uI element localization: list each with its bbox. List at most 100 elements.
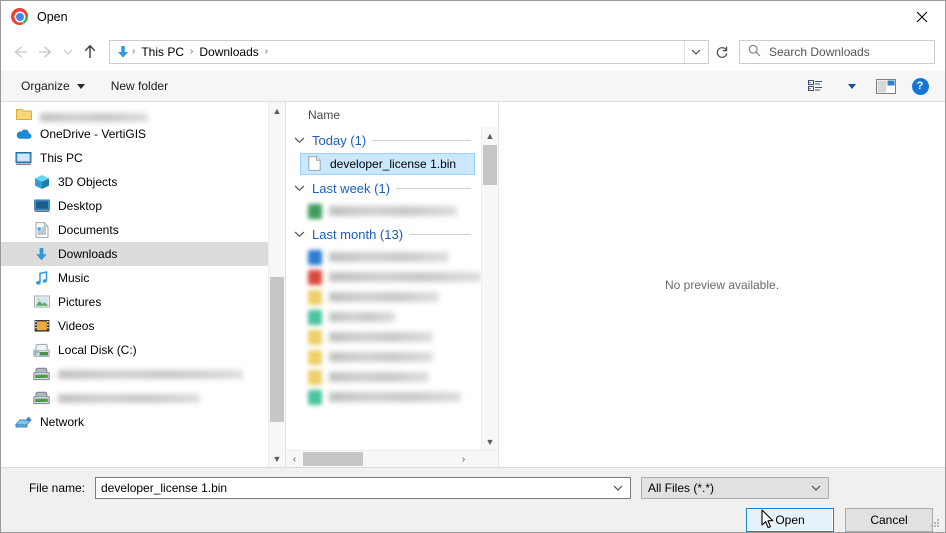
list-item[interactable] xyxy=(286,327,481,347)
scroll-down-icon[interactable]: ▼ xyxy=(482,433,498,450)
list-item-label xyxy=(329,312,395,322)
scroll-left-icon[interactable]: ‹ xyxy=(286,451,303,467)
list-item[interactable] xyxy=(286,367,481,387)
network-drive-icon xyxy=(33,366,50,383)
file-list-scroll-thumb[interactable] xyxy=(483,145,497,185)
chevron-down-icon xyxy=(76,83,85,89)
filename-chevron-down-icon[interactable] xyxy=(608,484,628,492)
command-bar: Organize New folder ? xyxy=(1,71,945,102)
list-item-label xyxy=(329,292,439,302)
zip-file-icon xyxy=(308,329,322,345)
sidebar-item-hidden-0[interactable] xyxy=(1,102,285,122)
scroll-right-icon[interactable]: › xyxy=(455,451,472,467)
list-item[interactable] xyxy=(286,347,481,367)
back-button[interactable] xyxy=(7,39,33,65)
sidebar-scroll-thumb[interactable] xyxy=(270,277,284,422)
this-pc-icon xyxy=(15,150,32,167)
file-list-hscroll-thumb[interactable] xyxy=(303,452,363,466)
downloads-icon xyxy=(33,246,50,263)
scroll-down-icon[interactable]: ▼ xyxy=(269,450,285,467)
help-button[interactable]: ? xyxy=(905,74,935,98)
file-type-chevron-down-icon[interactable] xyxy=(806,484,826,492)
address-bar[interactable]: › This PC › Downloads › xyxy=(109,39,709,64)
sidebar-list: OneDrive - VertiGIS This PC 3D Objects Desk… xyxy=(1,102,285,434)
file-list-panel[interactable]: Name Today (1) developer_license 1.bin Las… xyxy=(286,102,499,467)
window-title: Open xyxy=(37,9,68,24)
sidebar-item-music[interactable]: Music xyxy=(1,266,285,290)
close-icon[interactable] xyxy=(899,1,945,32)
music-icon xyxy=(33,270,50,287)
list-item[interactable]: developer_license 1.bin xyxy=(300,153,475,175)
filename-value: developer_license 1.bin xyxy=(101,481,228,495)
folder-icon xyxy=(15,105,32,122)
list-item[interactable] xyxy=(286,267,481,287)
zip-file-icon xyxy=(308,289,322,305)
list-item[interactable] xyxy=(286,201,481,221)
chevron-down-icon[interactable] xyxy=(294,184,306,192)
new-folder-button[interactable]: New folder xyxy=(105,76,174,96)
sidebar-item-network[interactable]: Network xyxy=(1,410,285,434)
cancel-button[interactable]: Cancel xyxy=(845,508,933,532)
file-type-select[interactable]: All Files (*.*) xyxy=(641,477,829,499)
documents-icon xyxy=(33,222,50,239)
file-group-label: Last month (13) xyxy=(312,226,404,242)
preview-message: No preview available. xyxy=(664,277,780,292)
zip-file-icon xyxy=(308,369,322,385)
scroll-up-icon[interactable]: ▲ xyxy=(269,102,285,119)
column-header-name[interactable]: Name xyxy=(286,102,498,127)
title-bar: Open xyxy=(1,1,945,32)
organize-button[interactable]: Organize xyxy=(15,76,91,96)
list-item-label: developer_license 1.bin xyxy=(330,157,457,171)
file-list-scrollbar[interactable]: ▲ ▼ xyxy=(481,127,498,450)
sidebar-item-desktop[interactable]: Desktop xyxy=(1,194,285,218)
chevron-down-icon[interactable] xyxy=(294,230,306,238)
file-list-items: Today (1) developer_license 1.bin Last wee… xyxy=(286,127,498,450)
chevron-down-icon[interactable] xyxy=(294,136,306,144)
view-options-chevron-down-icon[interactable] xyxy=(837,74,867,98)
forward-button[interactable] xyxy=(33,39,59,65)
group-divider xyxy=(396,187,471,189)
list-item[interactable] xyxy=(286,387,481,407)
sidebar-item-pictures[interactable]: Pictures xyxy=(1,290,285,314)
breadcrumb-item-downloads[interactable]: Downloads xyxy=(194,45,263,59)
sidebar-item-3d-objects[interactable]: 3D Objects xyxy=(1,170,285,194)
sidebar-item-downloads[interactable]: Downloads xyxy=(1,242,285,266)
filename-input[interactable]: developer_license 1.bin xyxy=(95,477,631,499)
list-item[interactable] xyxy=(286,247,481,267)
sidebar-item-label xyxy=(40,113,148,122)
view-options-icon[interactable] xyxy=(803,74,833,98)
resize-grip[interactable] xyxy=(929,517,941,529)
excel-file-icon xyxy=(308,203,322,219)
sidebar-item-label: Videos xyxy=(58,319,95,333)
file-list-hscrollbar[interactable]: ‹ › xyxy=(286,450,498,467)
preview-pane-icon[interactable] xyxy=(871,74,901,98)
breadcrumb-item-this-pc[interactable]: This PC xyxy=(136,45,189,59)
sidebar-item-hidden-12[interactable] xyxy=(1,386,285,410)
filename-label: File name: xyxy=(28,481,85,495)
sidebar-item-documents[interactable]: Documents xyxy=(1,218,285,242)
up-button[interactable] xyxy=(77,39,103,65)
sidebar-item-label: Local Disk (C:) xyxy=(58,343,137,357)
group-divider xyxy=(409,233,471,235)
navigation-sidebar[interactable]: OneDrive - VertiGIS This PC 3D Objects Desk… xyxy=(1,102,286,467)
open-button[interactable]: Open xyxy=(746,508,834,532)
generic-file-icon xyxy=(308,156,323,172)
address-chevron-down-icon[interactable] xyxy=(684,40,706,63)
sidebar-item-label: OneDrive - VertiGIS xyxy=(40,127,147,141)
file-group-header[interactable]: Last month (13) xyxy=(286,221,481,247)
sidebar-item-this-pc[interactable]: This PC xyxy=(1,146,285,170)
file-group-header[interactable]: Last week (1) xyxy=(286,175,481,201)
list-item[interactable] xyxy=(286,307,481,327)
scroll-up-icon[interactable]: ▲ xyxy=(482,127,498,144)
refresh-icon[interactable] xyxy=(709,39,735,64)
sidebar-item-onedrive-vertigis[interactable]: OneDrive - VertiGIS xyxy=(1,122,285,146)
sidebar-item-videos[interactable]: Videos xyxy=(1,314,285,338)
recent-locations-chevron-down-icon[interactable] xyxy=(59,39,77,65)
sidebar-item-hidden-11[interactable] xyxy=(1,362,285,386)
search-input[interactable]: Search Downloads xyxy=(739,39,935,64)
sidebar-item-label: Music xyxy=(58,271,90,285)
sidebar-item-local-disk-c[interactable]: Local Disk (C:) xyxy=(1,338,285,362)
list-item[interactable] xyxy=(286,287,481,307)
sidebar-scrollbar[interactable]: ▲ ▼ xyxy=(268,102,285,467)
file-group-header[interactable]: Today (1) xyxy=(286,127,481,153)
